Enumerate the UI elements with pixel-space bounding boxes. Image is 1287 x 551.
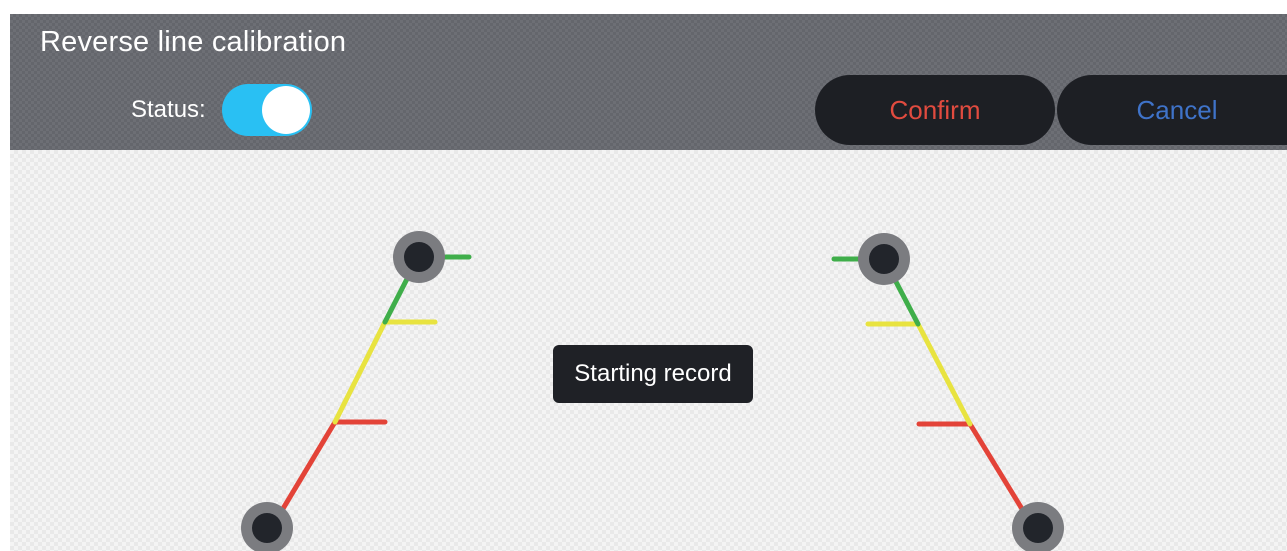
page-title: Reverse line calibration	[40, 26, 347, 58]
confirm-button[interactable]: Confirm	[815, 75, 1055, 145]
left-guide-line	[272, 254, 472, 525]
handle-right-top[interactable]	[858, 233, 910, 285]
handle-left-top[interactable]	[393, 231, 445, 283]
toggle-knob	[262, 86, 310, 134]
status-toast: Starting record	[553, 345, 753, 403]
right-guide-line	[831, 256, 1033, 525]
right-yellow-segment	[915, 321, 973, 427]
cancel-button[interactable]: Cancel	[1057, 75, 1287, 145]
right-green-segment	[891, 275, 921, 327]
left-green-segment	[382, 272, 412, 325]
left-yellow-segment	[332, 319, 388, 425]
status-label: Status:	[131, 96, 206, 123]
status-toggle[interactable]	[222, 84, 312, 136]
right-red-segment	[967, 421, 1033, 525]
header-bar: Reverse line calibration Status: Confirm…	[10, 14, 1287, 150]
left-red-segment	[272, 419, 338, 525]
